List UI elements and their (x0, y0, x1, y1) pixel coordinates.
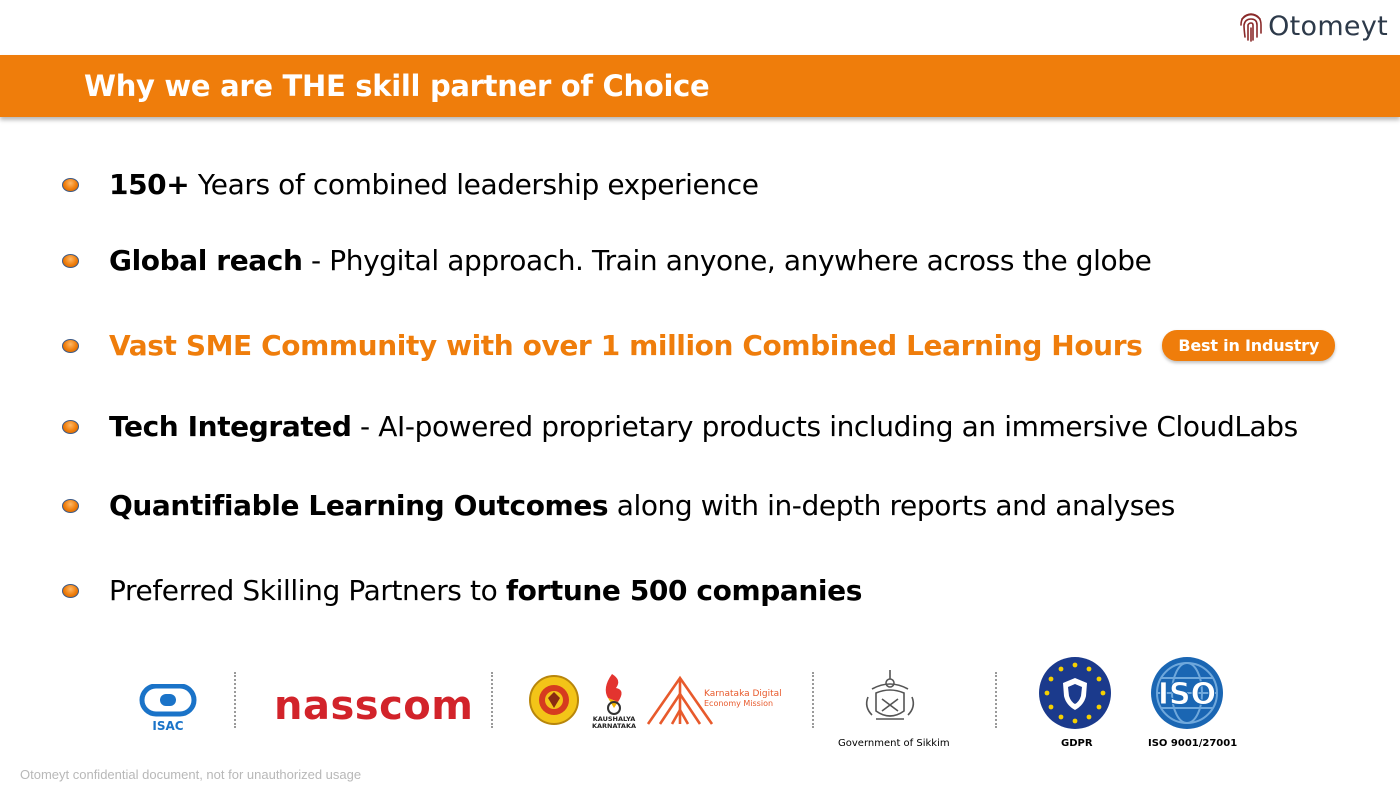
bullet-bold: fortune 500 companies (505, 574, 863, 607)
brand-name: Otomeyt (1268, 10, 1388, 42)
fingerprint-icon (1240, 13, 1262, 42)
bullet-bold: Tech Integrated (109, 410, 352, 443)
confidential-note: Otomeyt confidential document, not for u… (20, 767, 362, 782)
list-item: Tech Integrated - AI-powered proprietary… (62, 410, 1298, 443)
iso-caption: ISO 9001/27001 (1148, 738, 1238, 749)
bullet-text: Preferred Skilling Partners to (109, 574, 506, 607)
bullet-text: - AI-powered proprietary products includ… (351, 410, 1298, 443)
svg-text:Karnataka Digital: Karnataka Digital (704, 689, 782, 699)
bullet-dot-icon (62, 419, 79, 434)
title-bar: Why we are THE skill partner of Choice (0, 55, 1400, 117)
bullet-dot-icon (62, 583, 79, 598)
bullet-bold: Global reach (109, 244, 303, 277)
bullet-dot-icon (62, 498, 79, 513)
bullet-text: along with in-depth reports and analyses (608, 489, 1176, 522)
divider (812, 672, 814, 728)
nasscom-logo: nasscom (274, 683, 474, 729)
bullet-dot-icon (62, 177, 79, 192)
list-item: Global reach - Phygital approach. Train … (62, 244, 1152, 277)
sikkim-caption: Government of Sikkim (838, 738, 950, 749)
list-item: Vast SME Community with over 1 million C… (62, 329, 1336, 362)
partner-logos: ISAC nasscom KAUSHALYA KARNATAKA Karnata… (0, 650, 1400, 760)
bullet-dot-icon (62, 338, 79, 353)
kdem-logo: Karnataka Digital Economy Mission (646, 674, 786, 733)
bullet-text: - Phygital approach. Train anyone, anywh… (302, 244, 1152, 277)
gdpr-caption: GDPR (1061, 738, 1093, 749)
page-title: Why we are THE skill partner of Choice (84, 69, 710, 103)
list-item: Quantifiable Learning Outcomes along wit… (62, 489, 1175, 522)
karnataka-emblem (528, 674, 580, 731)
bullet-bold: Quantifiable Learning Outcomes (109, 489, 609, 522)
isac-label: ISAC (152, 719, 183, 733)
iso-label: ISO (1158, 677, 1216, 712)
list-item: Preferred Skilling Partners to fortune 5… (62, 574, 862, 607)
divider (234, 672, 236, 728)
best-in-industry-badge: Best in Industry (1162, 330, 1336, 361)
svg-text:KARNATAKA: KARNATAKA (592, 722, 636, 730)
brand-logo: Otomeyt (1238, 6, 1388, 46)
divider (995, 672, 997, 728)
bullet-dot-icon (62, 253, 79, 268)
isac-logo: ISAC (138, 683, 198, 739)
bullet-highlight: Vast SME Community with over 1 million C… (109, 329, 1143, 362)
bullet-bold: 150+ (109, 168, 190, 201)
kaushalya-logo: KAUSHALYA KARNATAKA (592, 670, 636, 735)
list-item: 150+ Years of combined leadership experi… (62, 168, 759, 201)
divider (491, 672, 493, 728)
gdpr-shield-icon (1038, 656, 1112, 735)
svg-text:Economy Mission: Economy Mission (704, 699, 773, 708)
bullet-text: Years of combined leadership experience (189, 168, 759, 201)
sikkim-emblem (862, 667, 918, 730)
iso-globe-icon: ISO (1150, 656, 1224, 735)
